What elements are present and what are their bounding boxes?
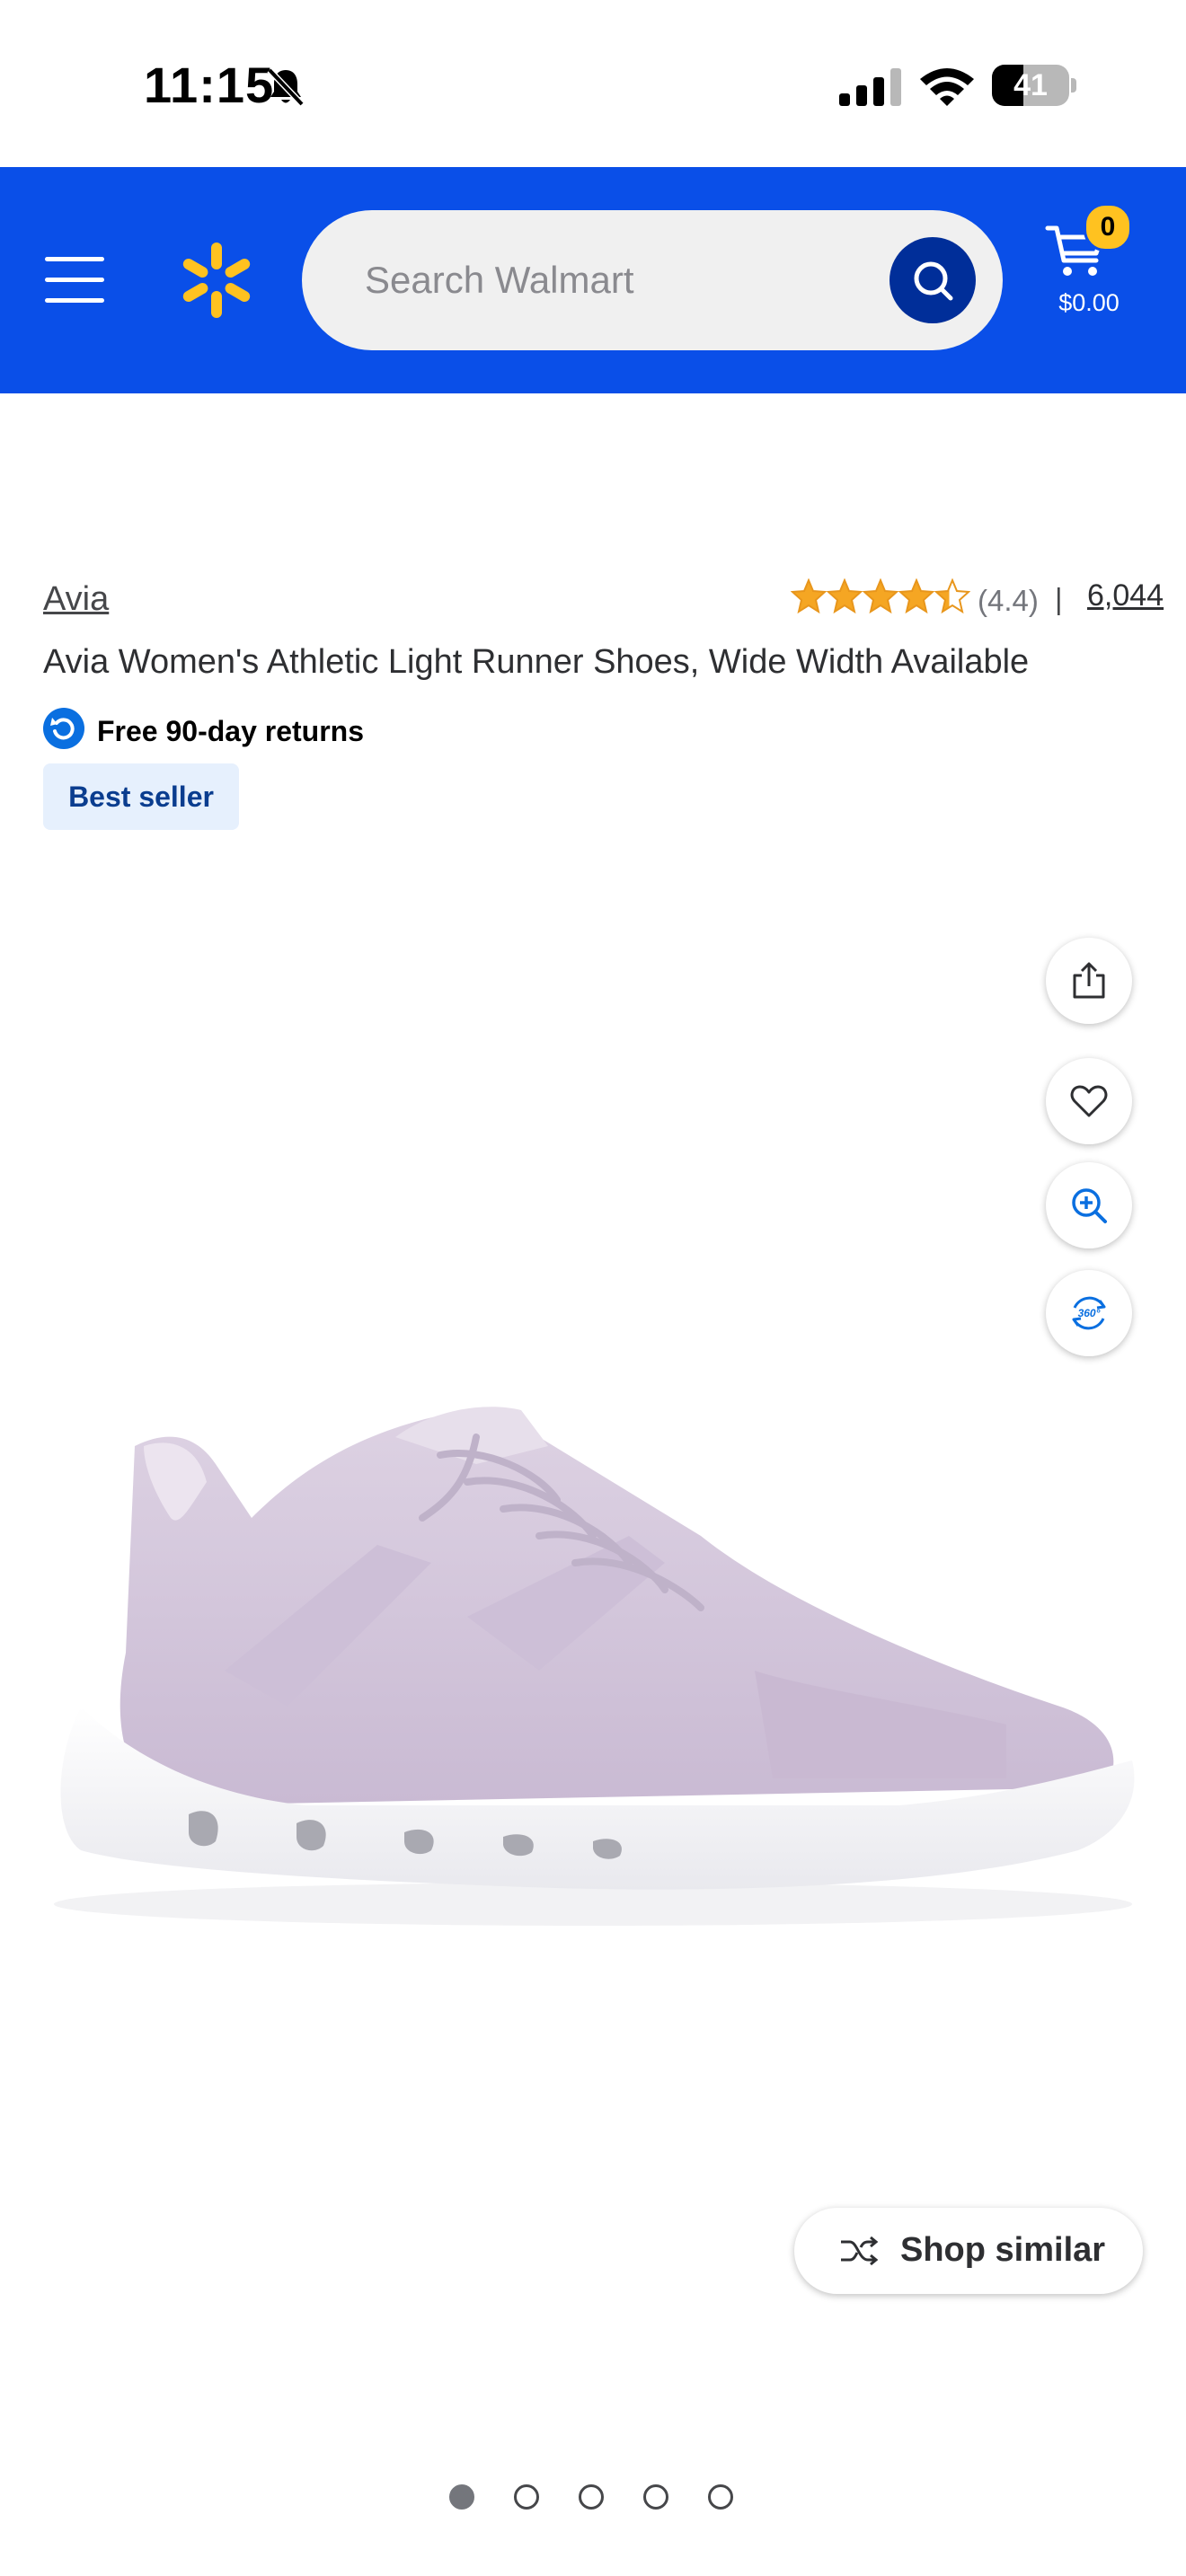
battery-indicator: 41 bbox=[992, 65, 1076, 106]
shop-similar-button[interactable]: Shop similar bbox=[794, 2208, 1143, 2294]
product-title: Avia Women's Athletic Light Runner Shoes… bbox=[43, 643, 1030, 681]
carousel-dot[interactable] bbox=[643, 2484, 668, 2510]
badge-label: Best seller bbox=[68, 781, 214, 813]
status-time: 11:15 bbox=[144, 57, 275, 113]
cart-count-badge: 0 bbox=[1084, 203, 1132, 251]
brand-link[interactable]: Avia bbox=[43, 580, 109, 619]
rating-star bbox=[826, 578, 863, 614]
search-button[interactable] bbox=[890, 237, 976, 323]
favorite-button[interactable] bbox=[1046, 1058, 1132, 1144]
heart-icon bbox=[1070, 1085, 1108, 1117]
search-icon bbox=[914, 261, 953, 301]
review-count-link[interactable]: 6,044 bbox=[1087, 578, 1164, 613]
rating-stars bbox=[791, 578, 970, 614]
carousel-dot[interactable] bbox=[579, 2484, 604, 2510]
status-bar: 11:15 41 bbox=[0, 0, 1186, 167]
share-button[interactable] bbox=[1046, 938, 1132, 1024]
product-image[interactable] bbox=[0, 1383, 1186, 1940]
share-icon bbox=[1073, 962, 1105, 999]
zoom-button[interactable] bbox=[1046, 1162, 1132, 1248]
cellular-signal-icon bbox=[839, 68, 901, 106]
rating-star bbox=[934, 578, 970, 614]
rating-star bbox=[898, 578, 935, 614]
walmart-spark-icon[interactable] bbox=[180, 241, 253, 320]
carousel-dot[interactable] bbox=[449, 2484, 474, 2510]
shop-similar-label: Shop similar bbox=[900, 2231, 1106, 2269]
image-carousel-dots bbox=[449, 2481, 737, 2511]
rating-score: (4.4) bbox=[978, 584, 1039, 617]
returns-icon bbox=[43, 708, 84, 749]
cart-button[interactable]: 0 $0.00 bbox=[1035, 203, 1143, 338]
view-360-button[interactable]: 360° bbox=[1046, 1270, 1132, 1356]
hamburger-menu-icon[interactable] bbox=[45, 257, 104, 304]
carousel-dot[interactable] bbox=[514, 2484, 539, 2510]
returns-text: Free 90-day returns bbox=[97, 715, 365, 747]
wifi-icon bbox=[920, 68, 974, 106]
search-bar bbox=[302, 210, 1003, 350]
zoom-in-icon bbox=[1072, 1188, 1107, 1223]
rating-star bbox=[791, 578, 828, 614]
rating-separator: | bbox=[1055, 582, 1063, 615]
shuffle-icon bbox=[841, 2236, 879, 2266]
search-input[interactable] bbox=[365, 210, 868, 350]
bell-slash-icon bbox=[267, 67, 305, 107]
carousel-dot[interactable] bbox=[708, 2484, 733, 2510]
best-seller-badge: Best seller bbox=[43, 763, 239, 830]
view-360-icon: 360° bbox=[1072, 1296, 1106, 1330]
view-360-label: 360° bbox=[1078, 1307, 1101, 1319]
cart-total: $0.00 bbox=[1058, 289, 1120, 316]
battery-percent: 41 bbox=[1013, 68, 1048, 102]
rating-star bbox=[862, 578, 899, 614]
app-header: 0 $0.00 bbox=[0, 167, 1186, 393]
